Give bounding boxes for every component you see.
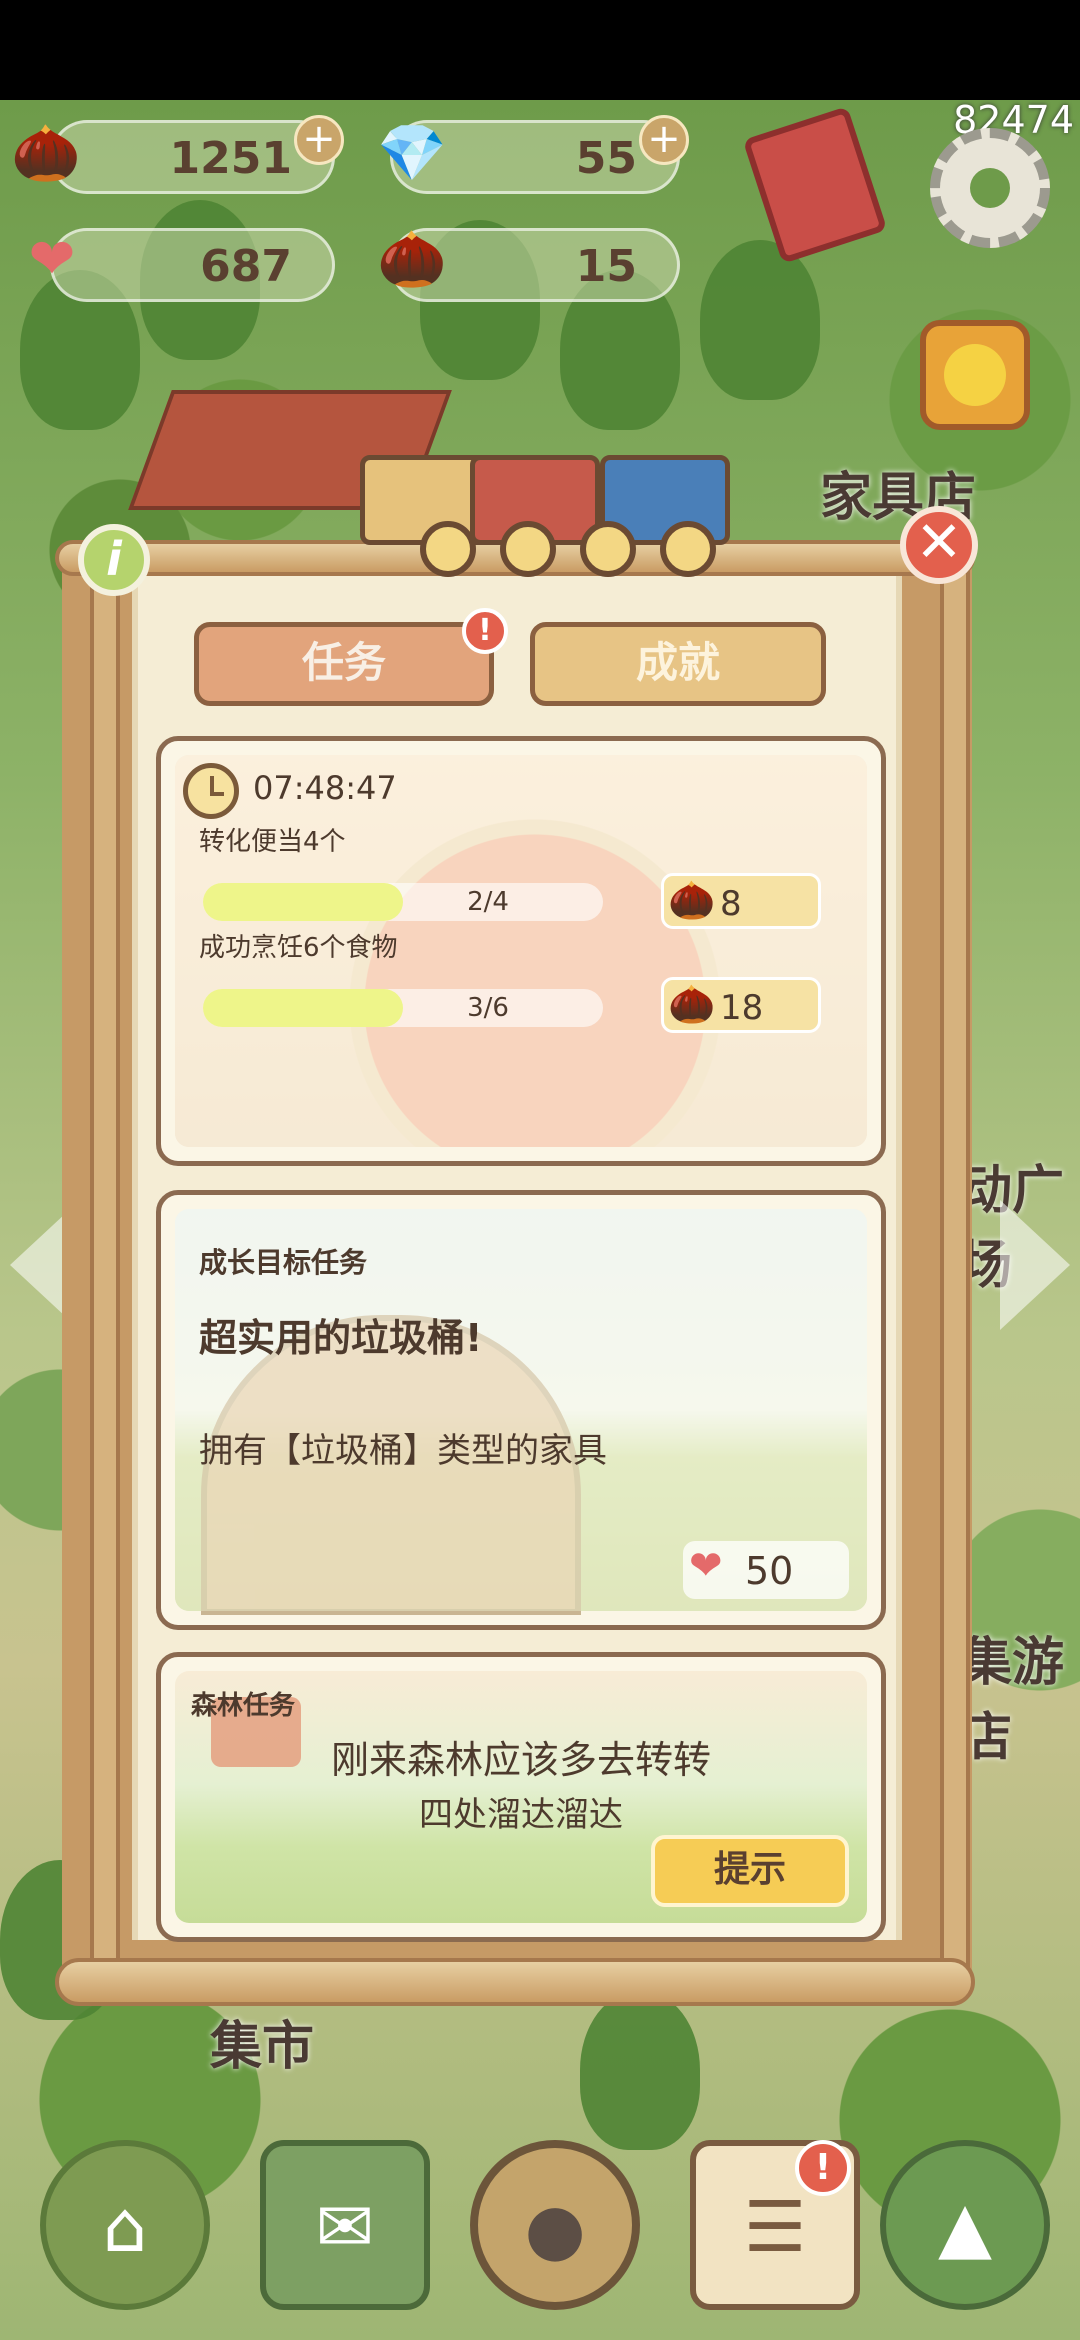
task-reward[interactable]: 🌰 18	[661, 977, 821, 1033]
amusement-label: 集游店	[960, 1633, 1065, 1768]
purple-gem-icon: 💎	[377, 121, 447, 186]
tasks-nav-badge: !	[795, 2140, 851, 2196]
progress-text: 3/6	[467, 993, 509, 1023]
task-timer: 07:48:47	[253, 769, 397, 807]
scroll-rod-bottom	[55, 1958, 975, 2006]
acorn-icon: 🌰	[668, 878, 716, 922]
growth-title: 超实用的垃圾桶!	[199, 1316, 483, 1360]
settings-gear-icon[interactable]	[930, 128, 1050, 248]
acorn-icon: 🌰	[668, 982, 716, 1026]
home-nav-button[interactable]: ⌂	[40, 2140, 210, 2310]
task-reward[interactable]: 🌰 8	[661, 873, 821, 929]
task-name: 成功烹饪6个食物	[199, 933, 398, 963]
scroll-post-right	[940, 560, 970, 1980]
task-progress-bar: 2/4	[203, 883, 603, 921]
mail-nav-button[interactable]: ✉	[260, 2140, 430, 2310]
reward-amount: 18	[720, 988, 764, 1028]
tree	[580, 1990, 700, 2150]
task-name: 转化便当4个	[199, 827, 346, 857]
envelope-icon: ✉	[315, 2186, 375, 2268]
progress-text: 2/4	[467, 887, 509, 917]
train-wheel	[500, 521, 556, 577]
heart-gem-icon: ❤	[689, 1543, 723, 1589]
tv-icon[interactable]	[920, 320, 1030, 430]
close-button[interactable]: ✕	[900, 506, 978, 584]
forest-tag: 森林任务	[191, 1691, 296, 1721]
map-pin-icon: ▲	[938, 2186, 992, 2268]
chestnut-value: 15	[575, 241, 637, 292]
growth-reward[interactable]: ❤ 50	[683, 1541, 849, 1599]
acorn-counter[interactable]: 1251 +	[50, 115, 344, 194]
growth-description: 拥有【垃圾桶】类型的家具	[199, 1431, 607, 1471]
add-gem-button[interactable]: +	[639, 115, 689, 165]
tasks-alert-badge: !	[462, 608, 508, 654]
clipboard-icon: ☰	[743, 2186, 807, 2268]
tab-achievements[interactable]: 成就	[530, 622, 826, 706]
chestnut-icon: 🌰	[377, 227, 447, 292]
map-nav-button[interactable]: ▲	[880, 2140, 1050, 2310]
heart-gem-icon: ❤	[28, 227, 76, 292]
add-acorn-button[interactable]: +	[294, 115, 344, 165]
status-bar	[0, 0, 1080, 100]
train-wheel	[660, 521, 716, 577]
toy-train-icon	[360, 415, 740, 585]
growth-tag: 成长目标任务	[199, 1246, 368, 1279]
house-icon: ⌂	[102, 2186, 148, 2268]
market-label: 集市	[210, 2017, 315, 2077]
info-button[interactable]: i	[78, 524, 150, 596]
acorn-value: 1251	[169, 133, 292, 184]
hint-button[interactable]: 提示	[651, 1835, 849, 1907]
gem-value: 55	[575, 133, 637, 184]
tree	[700, 240, 820, 400]
reward-amount: 8	[720, 884, 742, 924]
eggs-nav-button[interactable]: ●	[470, 2140, 640, 2310]
clock-icon	[183, 763, 239, 819]
daily-task-card: 07:48:47 转化便当4个 2/4 🌰 8 成功烹饪6个食物 3/6 🌰 1…	[156, 736, 886, 1166]
game-screen: 82474 1251 + 🌰 55 + 💎 687 ❤ 15 🌰 家具店 动广场…	[0, 0, 1080, 2340]
forest-task-text: 刚来森林应该多去转转	[330, 1738, 711, 1782]
forest-task-subtext: 四处溜达溜达	[419, 1795, 623, 1835]
eggs-icon: ●	[524, 2188, 586, 2270]
train-wheel	[420, 521, 476, 577]
acorn-icon: 🌰	[11, 121, 81, 186]
task-progress-bar: 3/6	[203, 989, 603, 1027]
growth-goal-card: 成长目标任务 超实用的垃圾桶! 拥有【垃圾桶】类型的家具 ❤ 50	[156, 1190, 886, 1630]
reward-amount: 50	[745, 1549, 794, 1593]
scroll-post-left	[90, 560, 120, 1980]
forest-task-card: 森林任务 刚来森林应该多去转转 四处溜达溜达 提示	[156, 1652, 886, 1942]
train-wheel	[580, 521, 636, 577]
heart-value: 687	[200, 241, 292, 292]
tab-tasks[interactable]: 任务	[194, 622, 494, 706]
